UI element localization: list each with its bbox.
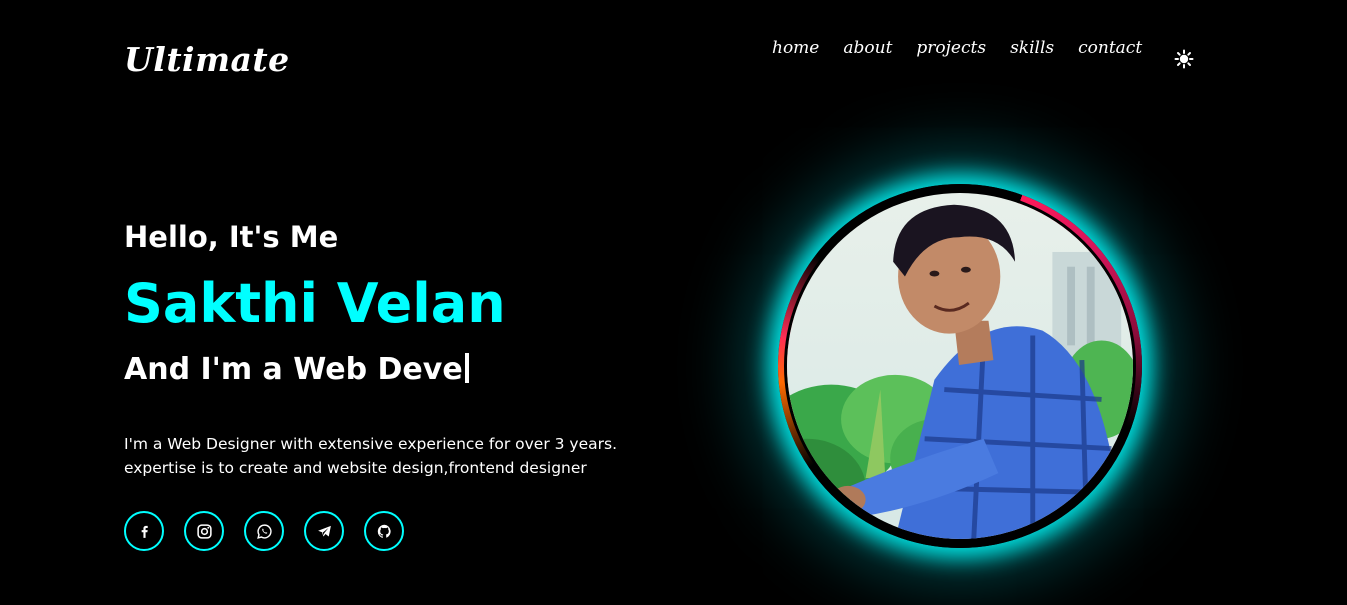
typing-cursor	[464, 353, 469, 383]
role-heading: And I'm a Web Deve	[124, 352, 469, 387]
telegram-icon[interactable]	[304, 511, 344, 551]
nav-skills[interactable]: skills	[1010, 38, 1054, 58]
social-links	[124, 511, 404, 551]
description-line-1: I'm a Web Designer with extensive experi…	[124, 435, 617, 453]
greeting-heading: Hello, It's Me	[124, 220, 339, 254]
instagram-icon[interactable]	[184, 511, 224, 551]
site-logo[interactable]: Ultimate	[124, 40, 290, 79]
whatsapp-icon[interactable]	[244, 511, 284, 551]
sun-icon[interactable]	[1174, 49, 1194, 69]
profile-photo-ring	[778, 184, 1142, 548]
nav-contact[interactable]: contact	[1078, 38, 1142, 58]
profile-photo	[784, 190, 1136, 542]
nav-about[interactable]: about	[843, 38, 892, 58]
role-text: And I'm a Web Deve	[124, 352, 463, 387]
name-heading: Sakthi Velan	[124, 272, 506, 335]
description-line-2: expertise is to create and website desig…	[124, 459, 587, 477]
main-nav: home about projects skills contact	[772, 38, 1166, 58]
portfolio-page: Ultimate home about projects skills cont…	[0, 0, 1347, 605]
nav-projects[interactable]: projects	[916, 38, 986, 58]
github-icon[interactable]	[364, 511, 404, 551]
intro-description: I'm a Web Designer with extensive experi…	[124, 432, 664, 480]
facebook-icon[interactable]	[124, 511, 164, 551]
nav-home[interactable]: home	[772, 38, 819, 58]
